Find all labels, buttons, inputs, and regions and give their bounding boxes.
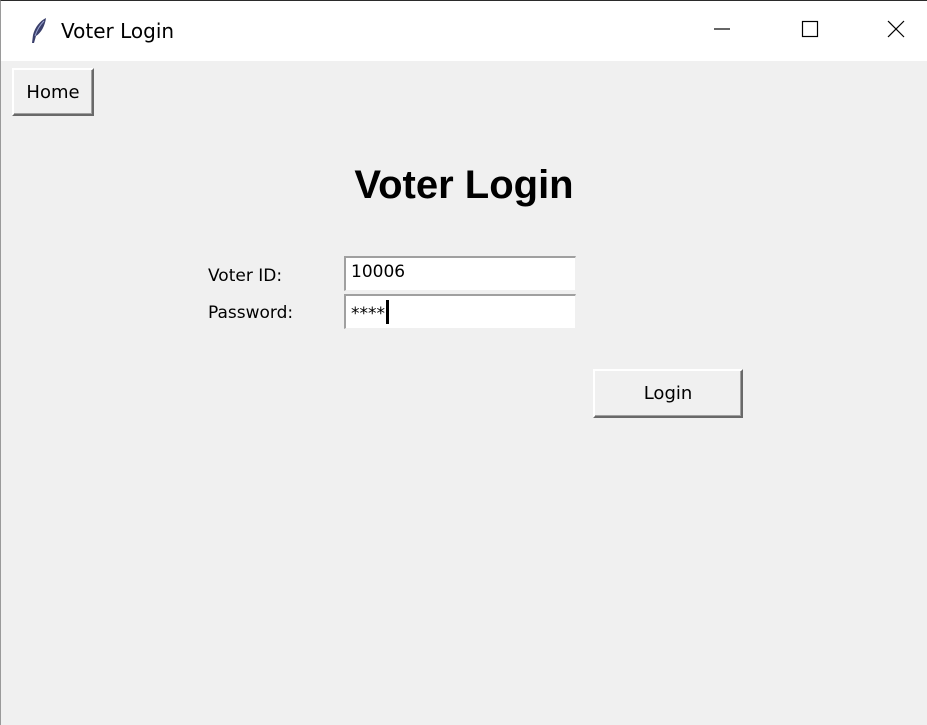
password-value: **** xyxy=(351,304,385,324)
voter-id-label: Voter ID: xyxy=(208,266,283,286)
password-label: Password: xyxy=(208,303,294,323)
page-title: Voter Login xyxy=(354,163,574,207)
close-icon xyxy=(886,19,906,44)
text-caret xyxy=(386,300,389,324)
title-bar[interactable]: Voter Login xyxy=(1,1,927,61)
password-input[interactable]: **** xyxy=(344,294,576,329)
home-button[interactable]: Home xyxy=(12,68,94,116)
maximize-button[interactable] xyxy=(781,1,839,61)
feather-icon xyxy=(29,17,49,45)
app-window: Voter Login Home Voter Login Voter ID: 1… xyxy=(0,0,927,725)
voter-id-value: 10006 xyxy=(351,262,406,282)
close-button[interactable] xyxy=(867,1,925,61)
login-button[interactable]: Login xyxy=(593,369,743,418)
minimize-icon xyxy=(712,19,732,44)
voter-id-input[interactable]: 10006 xyxy=(344,256,576,291)
minimize-button[interactable] xyxy=(693,1,751,61)
maximize-icon xyxy=(800,19,820,44)
window-title: Voter Login xyxy=(61,19,175,43)
